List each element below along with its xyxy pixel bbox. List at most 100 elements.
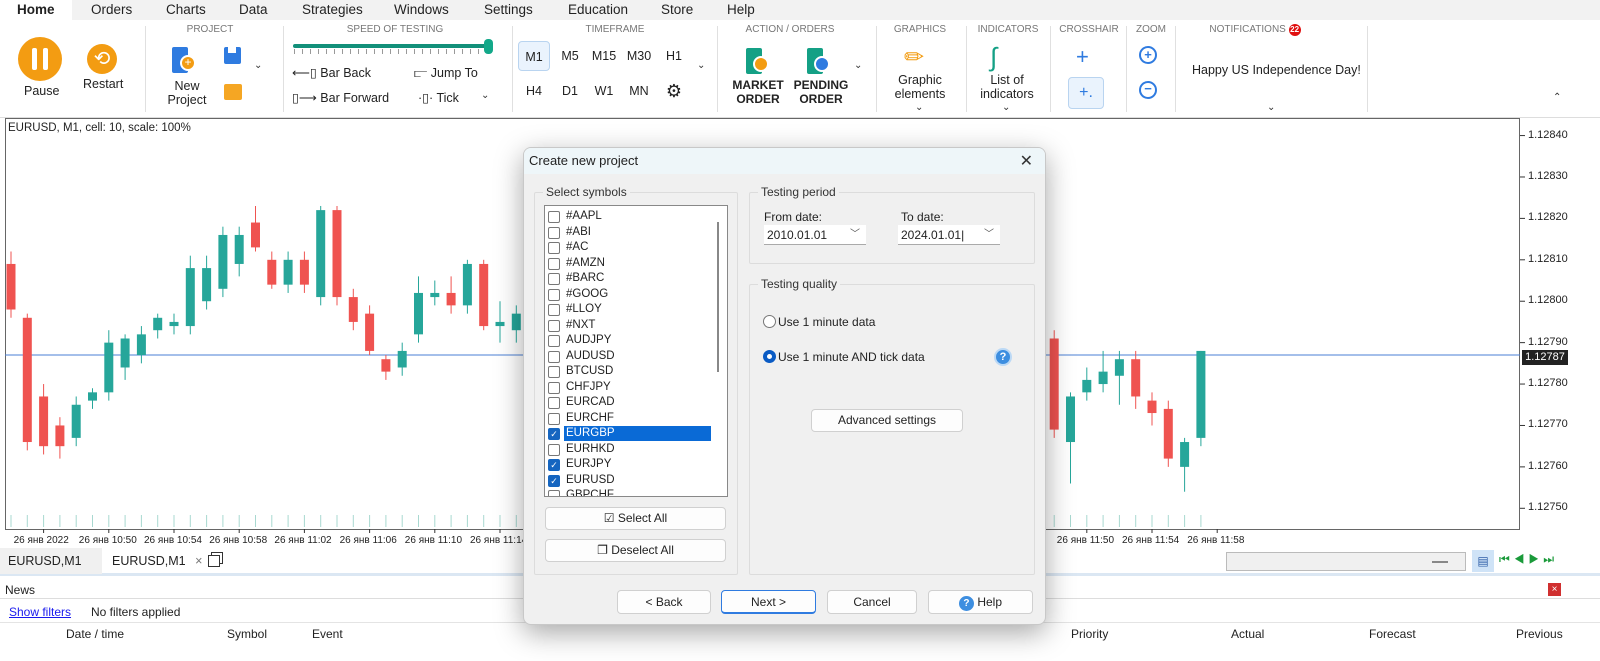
chart-scrollbar[interactable] [1226, 552, 1466, 571]
checkbox[interactable] [548, 490, 560, 496]
candle-body [381, 359, 391, 372]
checkbox[interactable] [548, 288, 560, 301]
deselect-all-button[interactable]: ❐ Deselect All [545, 539, 726, 562]
checkbox[interactable] [548, 211, 560, 223]
filters-status: No filters applied [91, 605, 181, 619]
symbol-list-item[interactable]: #AC [547, 240, 711, 256]
symbol-list-item[interactable]: ✓ EURJPY [547, 457, 711, 473]
candle-body [414, 292, 423, 335]
select-all-button[interactable]: ☑ Select All [545, 507, 726, 530]
checkbox[interactable] [548, 319, 560, 332]
x-tick-label: 26 янв 2022 [13, 535, 69, 546]
candle-body [202, 268, 212, 302]
quality-radio-1min-tick[interactable] [763, 350, 776, 363]
chart-tab[interactable]: EURUSD,M1 [0, 548, 102, 574]
y-tick-label: 1.12820 [1528, 211, 1568, 224]
symbol-list-item[interactable]: EURHKD [547, 442, 711, 458]
column-header-forecast[interactable]: Forecast [1369, 627, 1416, 641]
symbol-list-item[interactable]: #AAPL [547, 209, 711, 225]
quality-option-1min[interactable]: Use 1 minute data [778, 315, 875, 329]
checkbox[interactable]: ✓ [548, 428, 560, 440]
candle-body [479, 263, 489, 327]
current-price-label: 1.12787 [1522, 350, 1568, 365]
candle-body [1114, 359, 1124, 376]
x-tick-label: 26 янв 11:54 [1122, 535, 1180, 546]
scrollbar[interactable] [717, 222, 719, 372]
symbol-list-item[interactable]: BTCUSD [547, 364, 711, 380]
x-tick-label: 26 янв 10:54 [144, 535, 202, 546]
checkbox[interactable] [548, 242, 560, 254]
chevron-down-icon[interactable]: ﹀ [850, 225, 860, 245]
checkbox[interactable] [548, 381, 560, 394]
deselect-all-icon: ❐ [597, 543, 612, 557]
help-icon[interactable]: ? [994, 348, 1012, 366]
symbol-list-item[interactable]: #GOOG [547, 287, 711, 303]
symbol-list-item[interactable]: #NXT [547, 318, 711, 334]
checkbox[interactable] [548, 350, 560, 363]
to-date-label: To date: [901, 210, 944, 224]
deselect-all-label: Deselect All [611, 543, 674, 557]
checkbox[interactable] [548, 304, 560, 316]
help-icon: ? [958, 596, 974, 611]
symbol-name: AUDUSD [566, 349, 615, 362]
candle-body [88, 392, 97, 401]
cancel-button[interactable]: Cancel [827, 590, 917, 614]
column-header-previous[interactable]: Previous [1516, 627, 1563, 641]
checkbox[interactable] [548, 443, 560, 456]
candle-body [495, 321, 505, 327]
symbol-list-item[interactable]: #BARC [547, 271, 711, 287]
candle-body [1066, 396, 1075, 443]
chart-tab-label: EURUSD,M1 [112, 554, 186, 568]
checkbox[interactable] [548, 397, 560, 409]
quality-option-1min-tick[interactable]: Use 1 minute AND tick data [778, 350, 925, 364]
candle-body [104, 342, 114, 393]
autoscroll-icon[interactable]: ▤ [1472, 550, 1494, 572]
column-header-actual[interactable]: Actual [1231, 627, 1264, 641]
advanced-settings-button[interactable]: Advanced settings [811, 409, 963, 432]
symbol-list-item[interactable]: ✓ EURGBP [547, 426, 711, 442]
checkbox[interactable] [548, 226, 560, 239]
help-button[interactable]: ? Help [928, 590, 1033, 614]
symbol-list-item[interactable]: ✓ EURUSD [547, 473, 711, 489]
checkbox[interactable] [548, 273, 560, 285]
symbol-name: EURCAD [566, 396, 615, 408]
checkbox[interactable]: ✓ [548, 459, 560, 471]
quality-radio-1min[interactable] [763, 315, 776, 328]
symbols-list[interactable]: #AAPL #ABI #AC #AMZN #BARC #GOOG #LLOY #NXT AUDJ… [544, 205, 728, 497]
chart-tab-active[interactable]: EURUSD,M1 × [104, 548, 210, 574]
checkbox[interactable]: ✓ [548, 474, 560, 487]
from-date-field[interactable]: 2010.01.01 ﹀ [764, 225, 866, 245]
scroll-thumb[interactable] [1432, 561, 1448, 563]
close-icon[interactable]: × [195, 554, 202, 568]
column-header-date-time[interactable]: Date / time [66, 627, 124, 641]
chevron-down-icon[interactable]: ﹀ [984, 225, 994, 245]
symbol-list-item[interactable]: EURCHF [547, 411, 711, 427]
y-tick-label: 1.12780 [1528, 377, 1568, 390]
checkbox[interactable] [548, 412, 560, 425]
to-date-field[interactable]: 2024.01.01| ﹀ [898, 225, 1000, 245]
column-header-symbol[interactable]: Symbol [227, 627, 267, 641]
restore-windows-icon[interactable] [208, 555, 220, 567]
checkbox[interactable] [548, 366, 560, 378]
next-button[interactable]: Next > [721, 590, 816, 614]
close-icon[interactable]: × [1548, 583, 1561, 596]
symbol-list-item[interactable]: CHFJPY [547, 380, 711, 396]
show-filters-link[interactable]: Show filters [9, 605, 71, 619]
back-button[interactable]: < Back [617, 590, 711, 614]
column-header-priority[interactable]: Priority [1071, 627, 1108, 641]
symbol-list-item[interactable]: EURCAD [547, 395, 711, 411]
checkbox[interactable] [548, 257, 560, 270]
close-icon[interactable]: ✕ [1020, 151, 1033, 171]
symbol-list-item[interactable]: GBPCHF [547, 488, 711, 496]
navigation-arrows-icon[interactable]: ⏮◀▶⏭ [1499, 552, 1558, 567]
candle-body [511, 313, 521, 331]
candle-body [153, 317, 163, 331]
symbol-list-item[interactable]: #ABI [547, 225, 711, 241]
checkbox[interactable] [548, 335, 560, 347]
symbol-list-item[interactable]: #LLOY [547, 302, 711, 318]
candle-body [316, 210, 326, 298]
symbol-list-item[interactable]: #AMZN [547, 256, 711, 272]
symbol-list-item[interactable]: AUDUSD [547, 349, 711, 365]
column-header-event[interactable]: Event [312, 627, 343, 641]
symbol-list-item[interactable]: AUDJPY [547, 333, 711, 349]
